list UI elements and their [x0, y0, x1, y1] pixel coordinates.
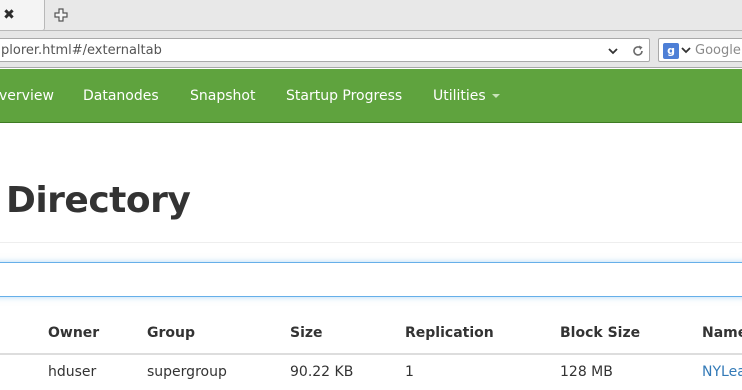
caret-down-icon [491, 94, 500, 98]
cell-block-size: 128 MB [560, 364, 613, 380]
nav-item-overview[interactable]: verview [0, 88, 54, 104]
google-icon[interactable]: g [663, 43, 679, 59]
nav-item-startup-progress[interactable]: Startup Progress [286, 88, 402, 104]
cell-replication: 1 [405, 364, 414, 380]
table-header-divider [0, 353, 742, 355]
nav-item-utilities[interactable]: Utilities [433, 88, 500, 104]
directory-path-input[interactable] [0, 262, 742, 297]
cell-size: 90.22 KB [290, 364, 354, 380]
search-bar[interactable]: g Google [658, 38, 742, 62]
app-navbar: verview Datanodes Snapshot Startup Progr… [0, 69, 742, 123]
browser-tab-strip: ✖ [0, 0, 742, 31]
nav-item-utilities-label: Utilities [433, 88, 486, 104]
chevron-down-icon[interactable] [607, 45, 619, 57]
url-bar[interactable]: plorer.html#/externaltab [0, 38, 650, 62]
nav-item-snapshot[interactable]: Snapshot [190, 88, 255, 104]
column-header-block-size[interactable]: Block Size [560, 325, 640, 341]
reload-icon[interactable] [631, 44, 645, 58]
url-text[interactable]: plorer.html#/externaltab [1, 43, 162, 58]
column-header-owner[interactable]: Owner [48, 325, 99, 341]
nav-item-datanodes[interactable]: Datanodes [83, 88, 159, 104]
column-header-name[interactable]: Name [702, 325, 742, 341]
cell-name-link[interactable]: NYLea [702, 364, 742, 380]
browser-tab[interactable]: ✖ [0, 0, 45, 31]
chevron-down-icon[interactable] [681, 44, 691, 56]
search-input[interactable]: Google [695, 43, 741, 58]
column-header-size[interactable]: Size [290, 325, 323, 341]
divider [0, 242, 742, 243]
new-tab-icon[interactable] [53, 7, 69, 23]
cell-owner: hduser [48, 364, 97, 380]
close-tab-icon[interactable]: ✖ [1, 7, 17, 23]
column-header-replication[interactable]: Replication [405, 325, 494, 341]
browser-toolbar: plorer.html#/externaltab g Google [0, 31, 742, 68]
page-title: e Directory [0, 180, 191, 221]
column-header-group[interactable]: Group [147, 325, 195, 341]
cell-group: supergroup [147, 364, 227, 380]
